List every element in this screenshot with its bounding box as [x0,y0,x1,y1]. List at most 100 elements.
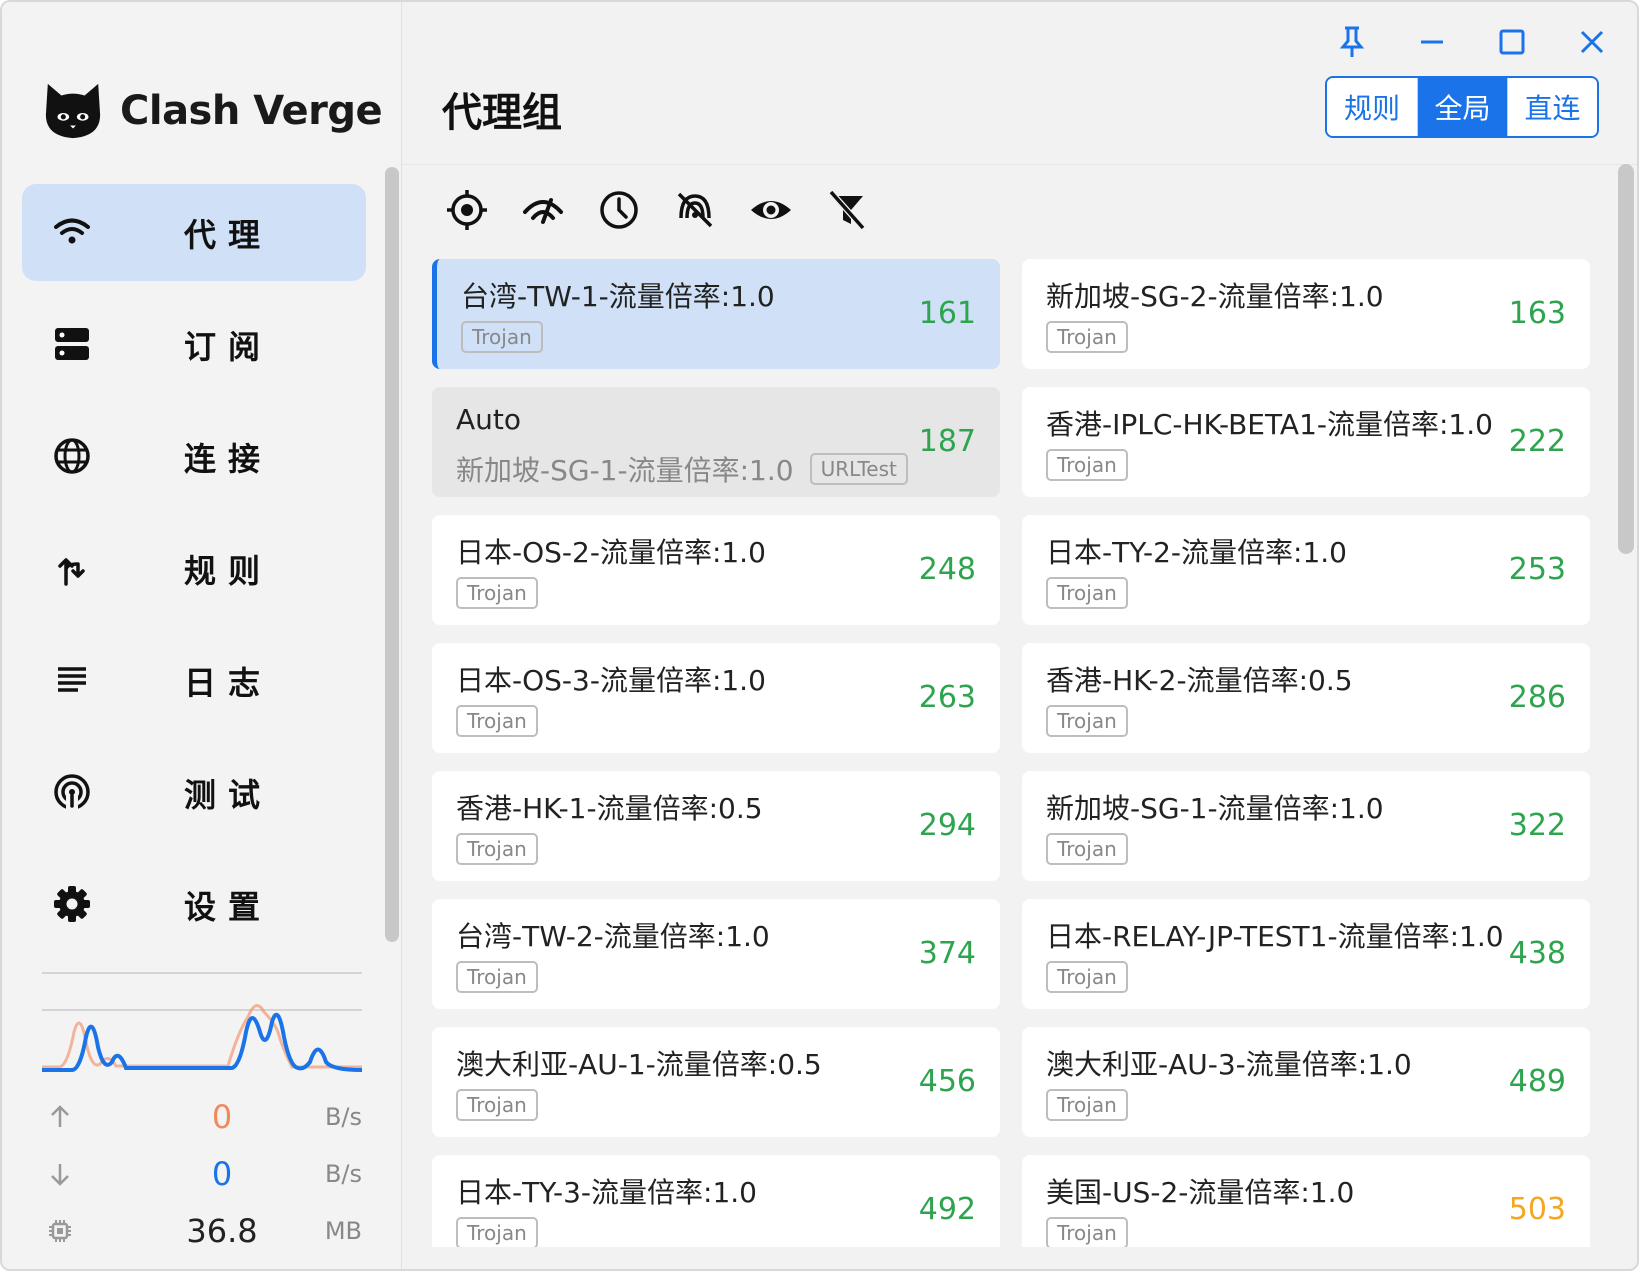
maximize-button[interactable] [1490,20,1534,64]
proxy-card[interactable]: 香港-IPLC-HK-BETA1-流量倍率:1.0 Trojan 222 [1022,387,1590,497]
proxy-delay[interactable]: 187 [919,424,976,459]
proxy-delay[interactable]: 286 [1509,680,1566,715]
main-scrollbar[interactable] [1618,164,1634,554]
speed-test-icon [523,198,563,224]
proxy-group-card[interactable]: Auto 新加坡-SG-1-流量倍率:1.0 URLTest 187 [432,387,1000,497]
proxy-delay[interactable]: 438 [1509,936,1566,971]
proxy-name: 日本-RELAY-JP-TEST1-流量倍率:1.0 [1046,920,1504,953]
proxy-card[interactable]: 台湾-TW-1-流量倍率:1.0 Trojan 161 [432,259,1000,369]
sidebar-scrollbar[interactable] [385,167,399,942]
sidebar-item-logs[interactable]: 日志 [22,632,366,729]
proxy-delay[interactable]: 322 [1509,808,1566,843]
proxy-card[interactable]: 日本-TY-2-流量倍率:1.0 Trojan 253 [1022,515,1590,625]
locate-icon [447,190,487,230]
hide-unavailable-button[interactable] [670,185,720,235]
upload-stat: 0 B/s [42,1092,362,1142]
clock-icon [600,191,638,229]
traffic-graph [42,1004,362,1072]
proxy-type-badge: Trojan [456,961,538,993]
mode-global-button[interactable]: 全局 [1417,78,1507,136]
sidebar-item-test[interactable]: 测试 [22,744,366,841]
proxy-delay[interactable]: 492 [919,1192,976,1227]
proxy-delay[interactable]: 222 [1509,424,1566,459]
proxy-delay[interactable]: 253 [1509,552,1566,587]
proxy-card[interactable]: 澳大利亚-AU-3-流量倍率:1.0 Trojan 489 [1022,1027,1590,1137]
pin-icon [1339,26,1365,57]
sidebar-item-label: 日志 [184,663,273,702]
cat-logo-icon [45,83,101,139]
show-details-button[interactable] [746,185,796,235]
upload-value: 0 [211,1098,233,1136]
proxy-type-badge: Trojan [1046,705,1128,737]
sidebar-item-settings[interactable]: 设置 [22,856,366,953]
memory-value: 36.8 [186,1212,258,1250]
sidebar-item-label: 规则 [184,551,273,590]
proxy-type-badge: URLTest [809,453,908,485]
arrow-up-icon [51,1105,69,1127]
app-name: Clash Verge [120,88,383,134]
proxy-name: 日本-OS-3-流量倍率:1.0 [456,664,766,697]
sidebar-item-label: 代理 [184,215,273,254]
list-icon [52,660,92,700]
proxy-card[interactable]: 香港-HK-1-流量倍率:0.5 Trojan 294 [432,771,1000,881]
proxy-type-badge: Trojan [456,1089,538,1121]
sidebar-nav: 代理 订阅 连接 规则 日志 测试 设置 [22,184,366,968]
speed-test-button[interactable] [518,185,568,235]
proxy-type-badge: Trojan [1046,1217,1128,1247]
proxy-name: 日本-OS-2-流量倍率:1.0 [456,536,766,569]
proxy-type-badge: Trojan [1046,1089,1128,1121]
proxy-type-badge: Trojan [1046,577,1128,609]
locate-button[interactable] [442,185,492,235]
sidebar-item-connections[interactable]: 连接 [22,408,366,505]
proxy-card[interactable]: 新加坡-SG-2-流量倍率:1.0 Trojan 163 [1022,259,1590,369]
proxy-card[interactable]: 新加坡-SG-1-流量倍率:1.0 Trojan 322 [1022,771,1590,881]
proxy-card[interactable]: 日本-TY-3-流量倍率:1.0 Trojan 492 [432,1155,1000,1247]
proxy-type-badge: Trojan [456,833,538,865]
sidebar-item-label: 设置 [184,887,273,926]
proxy-card[interactable]: 日本-OS-3-流量倍率:1.0 Trojan 263 [432,643,1000,753]
proxy-delay[interactable]: 503 [1509,1192,1566,1227]
memory-stat: 36.8 MB [42,1206,362,1256]
pin-button[interactable] [1330,20,1374,64]
proxy-delay[interactable]: 374 [919,936,976,971]
proxy-card[interactable]: 日本-OS-2-流量倍率:1.0 Trojan 248 [432,515,1000,625]
proxy-name: Auto [456,403,522,436]
sidebar-item-subscription[interactable]: 订阅 [22,296,366,393]
minimize-button[interactable] [1410,20,1454,64]
proxy-delay[interactable]: 161 [919,296,976,331]
proxy-card[interactable]: 香港-HK-2-流量倍率:0.5 Trojan 286 [1022,643,1590,753]
proxy-current-node-name: 新加坡-SG-1-流量倍率:1.0 [456,454,794,487]
maximize-icon [1499,29,1525,55]
memory-unit: MB [324,1217,362,1245]
proxy-delay[interactable]: 263 [919,680,976,715]
proxy-delay[interactable]: 248 [919,552,976,587]
mode-direct-button[interactable]: 直连 [1507,78,1597,136]
proxy-delay[interactable]: 163 [1509,296,1566,331]
main-panel: 代理组 规则 全局 直连 台湾-TW-1-流量倍率:1.0 Trojan 161… [402,2,1637,1269]
proxy-card[interactable]: 日本-RELAY-JP-TEST1-流量倍率:1.0 Trojan 438 [1022,899,1590,1009]
proxy-card[interactable]: 美国-US-2-流量倍率:1.0 Trojan 503 [1022,1155,1590,1247]
gear-icon [52,884,92,924]
history-button[interactable] [594,185,644,235]
server-icon [52,324,92,364]
sidebar-item-proxy[interactable]: 代理 [22,184,366,281]
app-window: Clash Verge 代理 订阅 连接 规则 日志 测试 设置 0 B/s 0… [0,0,1639,1271]
close-button[interactable] [1570,20,1614,64]
proxy-delay[interactable]: 489 [1509,1064,1566,1099]
sidebar-item-rules[interactable]: 规则 [22,520,366,617]
eye-icon [751,201,791,219]
sidebar-divider [42,972,362,974]
proxy-card[interactable]: 台湾-TW-2-流量倍率:1.0 Trojan 374 [432,899,1000,1009]
proxy-name: 澳大利亚-AU-1-流量倍率:0.5 [456,1048,822,1081]
sidebar-item-label: 连接 [184,439,273,478]
mode-rule-button[interactable]: 规则 [1327,78,1417,136]
arrow-down-icon [51,1164,69,1186]
proxy-card[interactable]: 澳大利亚-AU-1-流量倍率:0.5 Trojan 456 [432,1027,1000,1137]
proxy-name: 台湾-TW-1-流量倍率:1.0 [461,280,775,313]
filter-button[interactable] [822,185,872,235]
proxy-type-badge: Trojan [1046,321,1128,353]
proxy-delay[interactable]: 294 [919,808,976,843]
sidebar-item-label: 订阅 [184,327,273,366]
proxy-delay[interactable]: 456 [919,1064,976,1099]
upload-unit: B/s [324,1103,362,1131]
